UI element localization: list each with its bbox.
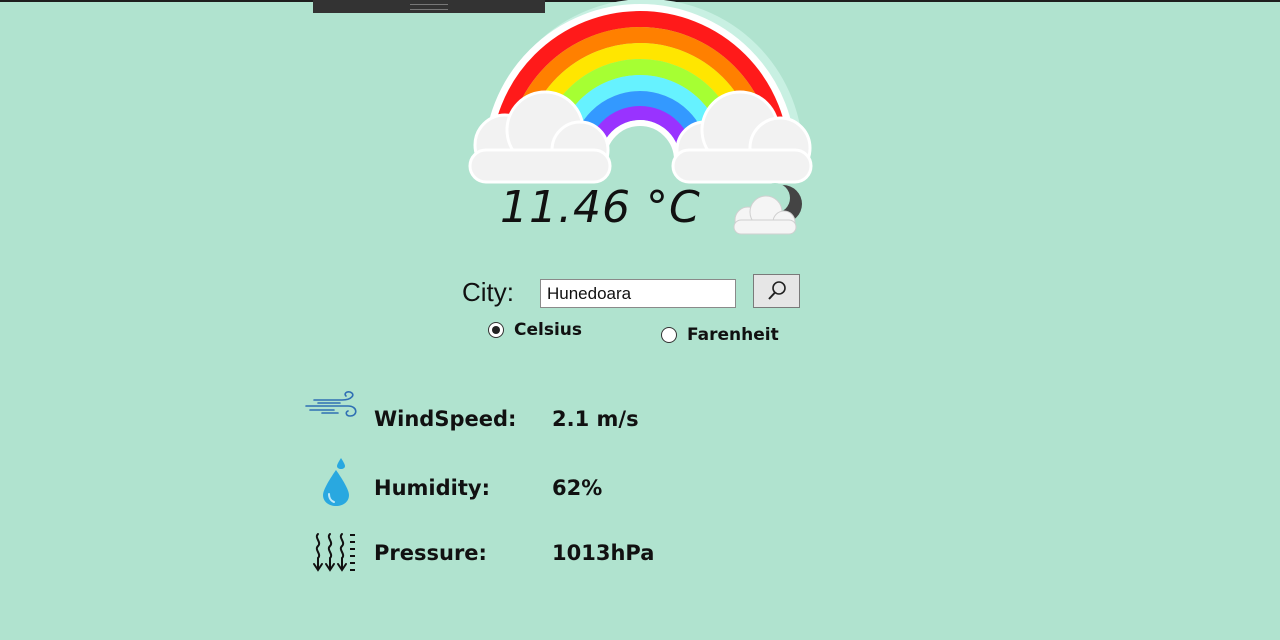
pressure-icon xyxy=(313,533,355,572)
radio-selected-dot xyxy=(492,326,500,334)
windspeed-label: WindSpeed: xyxy=(374,407,517,431)
city-input[interactable] xyxy=(540,279,736,308)
wind-icon xyxy=(305,391,357,417)
rainbow-logo xyxy=(468,0,813,184)
pressure-value: 1013hPa xyxy=(552,541,655,565)
windspeed-value: 2.1 m/s xyxy=(552,407,639,431)
search-icon xyxy=(767,281,786,300)
radio-circle-farenheit[interactable] xyxy=(661,327,677,343)
cloud-moon-icon xyxy=(733,183,802,235)
temperature-display: 11.46 °C xyxy=(500,182,701,233)
humidity-value: 62% xyxy=(552,476,603,500)
celsius-label: Celsius xyxy=(514,320,582,340)
humidity-label: Humidity: xyxy=(374,476,490,500)
celsius-radio[interactable]: Celsius xyxy=(488,320,582,340)
water-drop-icon xyxy=(323,458,349,506)
search-button[interactable] xyxy=(753,274,800,308)
farenheit-label: Farenheit xyxy=(687,325,779,345)
radio-circle-celsius[interactable] xyxy=(488,322,504,338)
pressure-label: Pressure: xyxy=(374,541,487,565)
farenheit-radio[interactable]: Farenheit xyxy=(661,325,779,345)
drag-handle-icon[interactable] xyxy=(410,4,448,10)
city-label: City: xyxy=(462,277,514,307)
